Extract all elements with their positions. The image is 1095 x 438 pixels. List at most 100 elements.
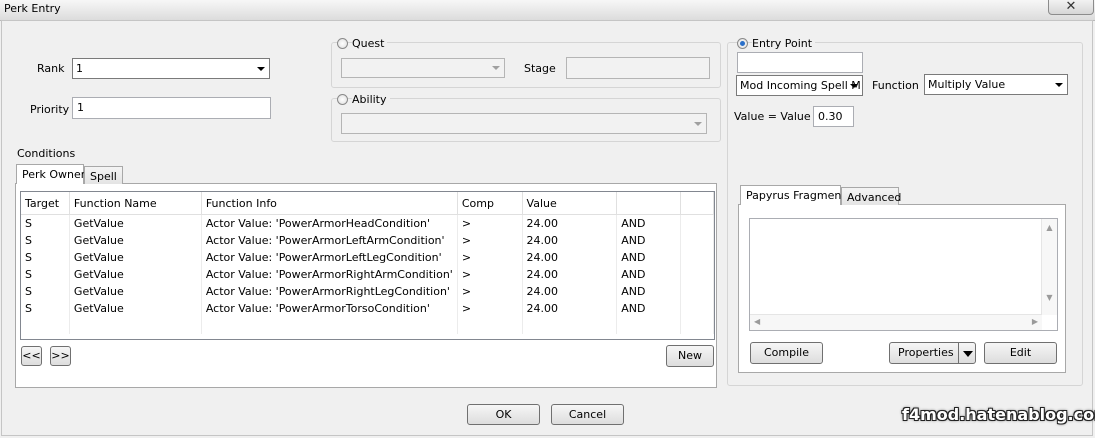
rank-dropdown[interactable]: 1 bbox=[72, 58, 270, 79]
table-row[interactable]: S GetValue Actor Value: 'PowerArmorTorsoCo… bbox=[21, 300, 714, 317]
new-condition-button[interactable]: New bbox=[666, 345, 714, 367]
conditions-label: Conditions bbox=[17, 147, 76, 160]
column-header-comp[interactable]: Comp bbox=[457, 192, 523, 215]
cell-comp: > bbox=[457, 266, 523, 283]
column-header-target[interactable]: Target bbox=[21, 192, 70, 215]
function-value: Multiply Value bbox=[928, 78, 1006, 91]
cancel-button[interactable]: Cancel bbox=[551, 404, 624, 425]
cell-function-info: Actor Value: 'PowerArmorRightArmConditio… bbox=[201, 266, 458, 283]
cell-function-name: GetValue bbox=[69, 232, 202, 249]
expression-value: 0.30 bbox=[818, 110, 843, 123]
entry-point-radio[interactable] bbox=[737, 38, 748, 49]
function-dropdown[interactable]: Multiply Value bbox=[924, 74, 1068, 95]
expression-label: Value = Value * bbox=[734, 110, 820, 123]
vertical-scrollbar[interactable]: ▲ ▼ bbox=[1041, 219, 1057, 315]
entry-point-dropdown[interactable]: Mod Incoming Spell M bbox=[736, 75, 863, 96]
cell-function-name: GetValue bbox=[69, 283, 202, 300]
cancel-button-label: Cancel bbox=[568, 408, 607, 421]
cell-function-info: Actor Value: 'PowerArmorLeftLegCondition… bbox=[201, 249, 458, 266]
table-row-empty[interactable] bbox=[21, 317, 714, 334]
dropdown-arrow-icon[interactable] bbox=[963, 351, 973, 357]
entry-point-value: Mod Incoming Spell M bbox=[740, 79, 861, 92]
rank-label: Rank bbox=[37, 62, 65, 75]
scroll-up-icon[interactable]: ▲ bbox=[1042, 223, 1057, 232]
quest-radio-label: Quest bbox=[352, 37, 388, 50]
compile-button[interactable]: Compile bbox=[750, 342, 823, 364]
tab-papyrus-fragment-label: Papyrus Fragment bbox=[746, 189, 846, 202]
column-header-value[interactable]: Value bbox=[522, 192, 618, 215]
table-row[interactable]: S GetValue Actor Value: 'PowerArmorLeftLeg… bbox=[21, 249, 714, 266]
cell-logic: AND bbox=[616, 266, 682, 283]
cell-logic: AND bbox=[616, 214, 682, 232]
cell-empty bbox=[616, 317, 682, 334]
column-header-function-info[interactable]: Function Info bbox=[201, 192, 458, 215]
cell-target: S bbox=[21, 214, 70, 232]
table-row[interactable]: S GetValue Actor Value: 'PowerArmorRightAr… bbox=[21, 266, 714, 283]
move-down-button[interactable]: >> bbox=[50, 346, 71, 366]
scroll-down-icon[interactable]: ▼ bbox=[1042, 293, 1057, 302]
cell-function-info: Actor Value: 'PowerArmorHeadCondition' bbox=[201, 214, 458, 232]
cell-value: 24.00 bbox=[522, 300, 618, 317]
split-divider bbox=[958, 343, 959, 363]
cell-logic: AND bbox=[616, 300, 682, 317]
cell-logic: AND bbox=[616, 283, 682, 300]
cell-comp: > bbox=[457, 283, 523, 300]
expression-value-input[interactable]: 0.30 bbox=[813, 106, 854, 127]
cell-value: 24.00 bbox=[522, 249, 618, 266]
cell-empty bbox=[680, 214, 714, 232]
column-header-logic[interactable] bbox=[616, 192, 682, 215]
close-button[interactable]: ✕ bbox=[1048, 0, 1094, 15]
conditions-table: Target Function Name Function Info Comp … bbox=[21, 192, 714, 334]
cell-comp: > bbox=[457, 232, 523, 249]
tab-perk-owner-label: Perk Owner bbox=[22, 168, 86, 181]
edit-button-label: Edit bbox=[1009, 346, 1032, 359]
cell-empty bbox=[522, 317, 618, 334]
cell-value: 24.00 bbox=[522, 266, 618, 283]
ability-dropdown[interactable] bbox=[341, 113, 707, 134]
window-title: Perk Entry bbox=[4, 2, 61, 15]
chevron-down-icon bbox=[850, 83, 858, 88]
edit-button[interactable]: Edit bbox=[984, 342, 1057, 364]
conditions-list[interactable]: Target Function Name Function Info Comp … bbox=[20, 191, 715, 340]
table-row[interactable]: S GetValue Actor Value: 'PowerArmorHeadCon… bbox=[21, 214, 714, 232]
tab-spell[interactable]: Spell bbox=[84, 166, 123, 184]
tab-spell-label: Spell bbox=[90, 170, 117, 183]
cell-target: S bbox=[21, 283, 70, 300]
title-bar: Perk Entry bbox=[0, 0, 1095, 21]
new-button-label: New bbox=[678, 349, 702, 362]
stage-input[interactable] bbox=[566, 57, 710, 79]
properties-button[interactable]: Properties bbox=[889, 342, 976, 364]
tab-advanced-label: Advanced bbox=[847, 191, 902, 204]
cell-value: 24.00 bbox=[522, 214, 618, 232]
rank-value: 1 bbox=[76, 62, 83, 75]
horizontal-scrollbar[interactable]: ◀ ▶ bbox=[750, 314, 1042, 330]
move-up-button[interactable]: << bbox=[21, 346, 42, 366]
tab-advanced[interactable]: Advanced bbox=[841, 187, 902, 205]
move-down-label: >> bbox=[51, 349, 70, 362]
quest-dropdown[interactable] bbox=[341, 58, 505, 78]
scroll-right-icon[interactable]: ▶ bbox=[1032, 317, 1038, 326]
priority-value: 1 bbox=[77, 101, 84, 114]
cell-target: S bbox=[21, 249, 70, 266]
papyrus-fragment-textarea[interactable]: ▲ ▼ ◀ ▶ bbox=[749, 218, 1058, 331]
entry-point-name-input[interactable] bbox=[737, 52, 863, 73]
ability-radio[interactable] bbox=[337, 94, 348, 105]
column-header-function-name[interactable]: Function Name bbox=[69, 192, 202, 215]
cell-empty bbox=[680, 300, 714, 317]
cell-empty bbox=[680, 232, 714, 249]
tab-papyrus-fragment[interactable]: Papyrus Fragment bbox=[740, 185, 846, 205]
cell-empty bbox=[69, 317, 202, 334]
table-header-row: Target Function Name Function Info Comp … bbox=[21, 192, 714, 215]
cell-comp: > bbox=[457, 249, 523, 266]
cell-empty bbox=[680, 317, 714, 334]
chevron-down-icon bbox=[1055, 82, 1063, 87]
quest-radio[interactable] bbox=[337, 38, 348, 49]
table-row[interactable]: S GetValue Actor Value: 'PowerArmorRightLe… bbox=[21, 283, 714, 300]
priority-input[interactable]: 1 bbox=[72, 97, 271, 119]
ok-button[interactable]: OK bbox=[467, 404, 540, 425]
table-row[interactable]: S GetValue Actor Value: 'PowerArmorLeftArm… bbox=[21, 232, 714, 249]
cell-empty bbox=[21, 317, 70, 334]
cell-target: S bbox=[21, 300, 70, 317]
tab-perk-owner[interactable]: Perk Owner bbox=[16, 164, 86, 184]
scroll-left-icon[interactable]: ◀ bbox=[754, 317, 760, 326]
